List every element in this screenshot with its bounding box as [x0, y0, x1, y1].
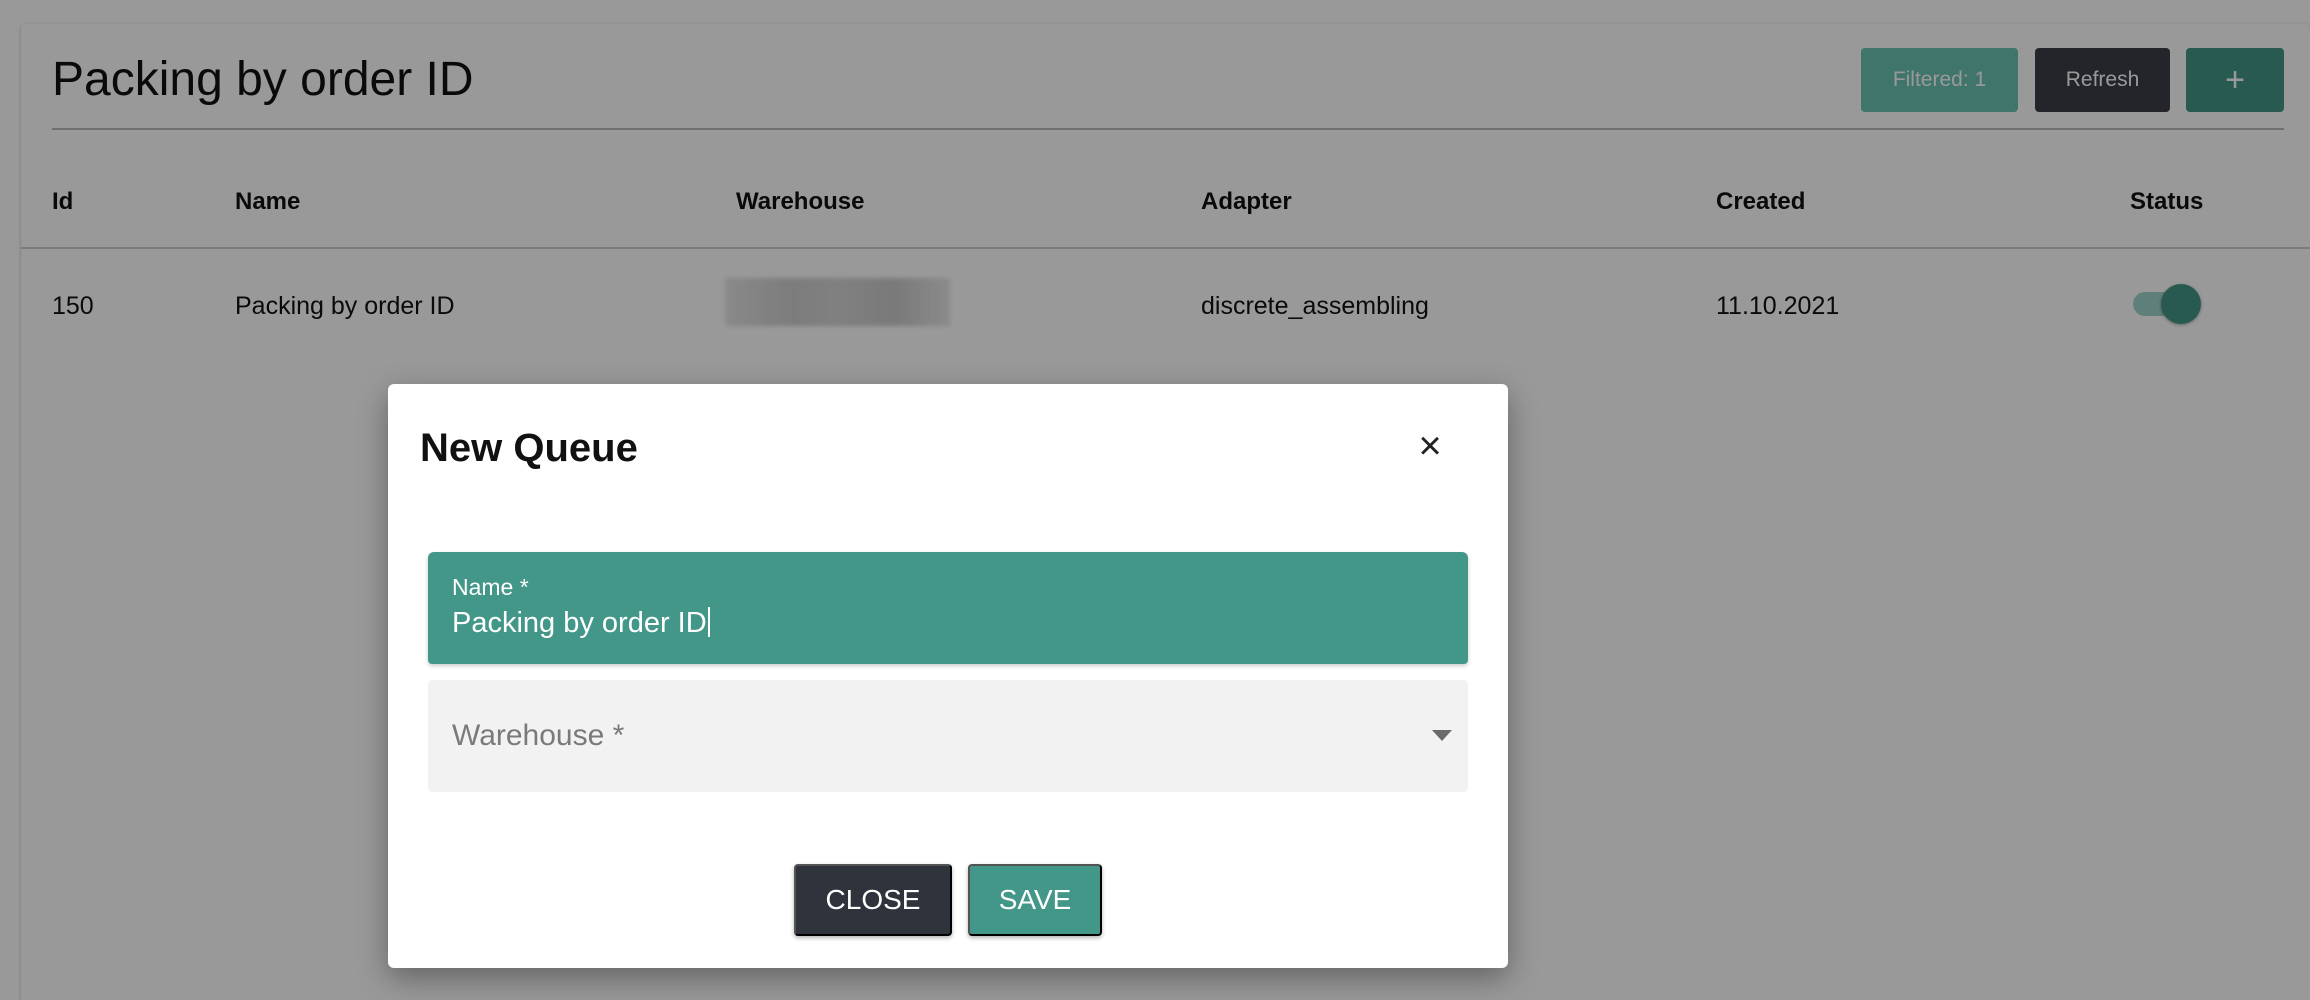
warehouse-select-placeholder: Warehouse *: [452, 719, 625, 752]
dialog-title: New Queue: [420, 426, 638, 470]
name-field-value[interactable]: Packing by order ID: [452, 607, 710, 640]
save-button[interactable]: Save: [968, 864, 1102, 936]
warehouse-select[interactable]: Warehouse *: [428, 680, 1468, 792]
name-field[interactable]: Name * Packing by order ID: [428, 552, 1468, 664]
new-queue-dialog: New Queue × Name * Packing by order ID W…: [388, 384, 1508, 968]
name-field-text: Packing by order ID: [452, 607, 707, 639]
chevron-down-icon[interactable]: [1432, 730, 1452, 741]
close-button[interactable]: Close: [794, 864, 952, 936]
text-caret: [707, 607, 710, 637]
name-field-label: Name *: [452, 574, 529, 600]
close-icon[interactable]: ×: [1410, 426, 1450, 466]
